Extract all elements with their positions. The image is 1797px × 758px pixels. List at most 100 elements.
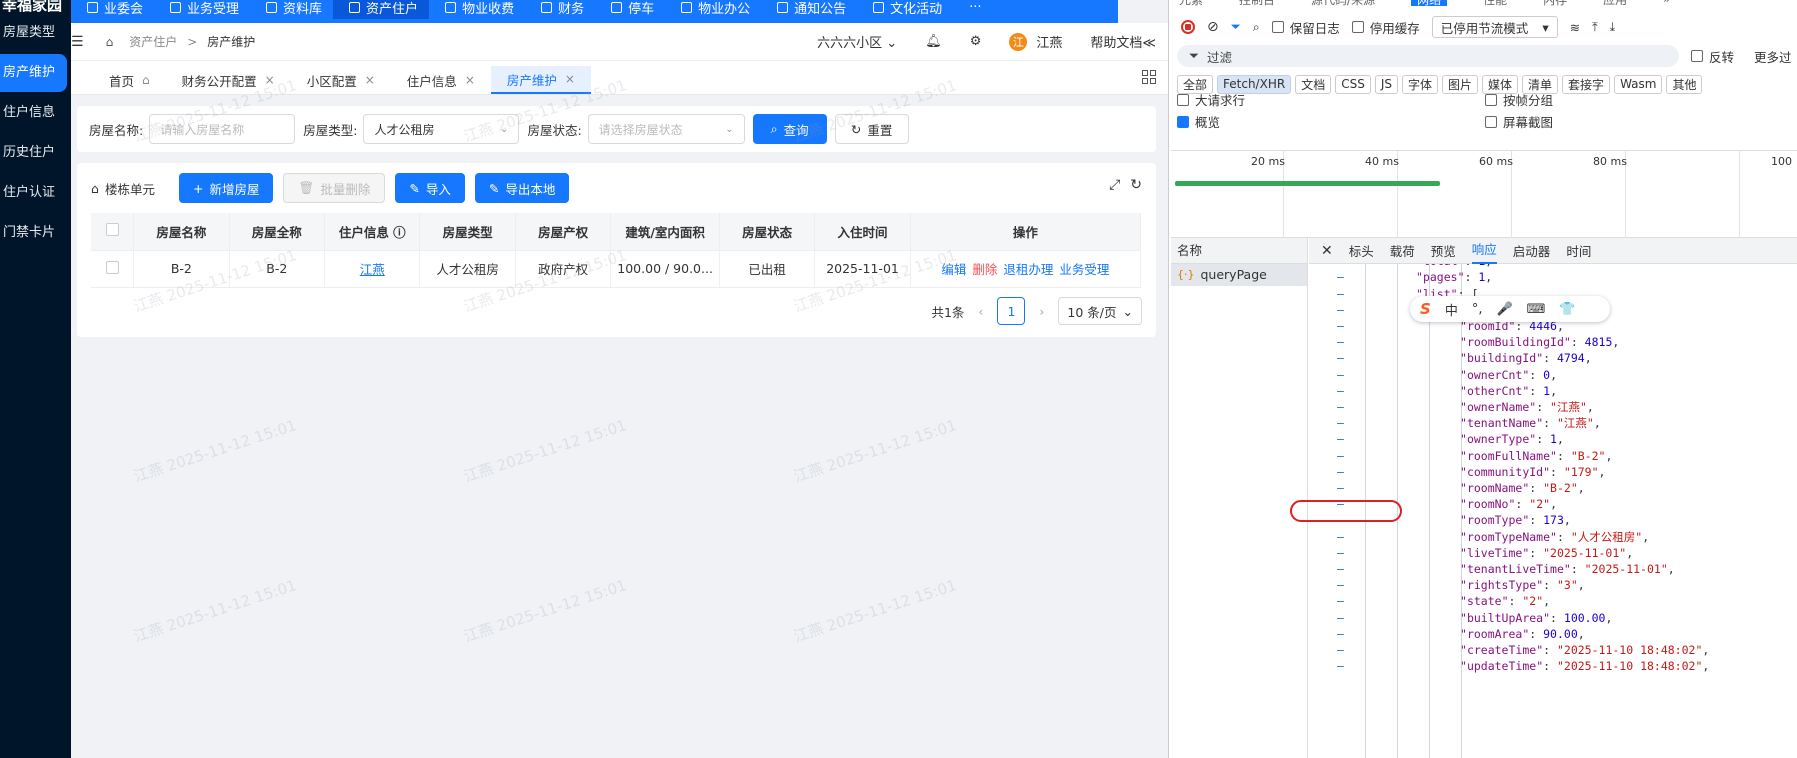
batch-delete-button[interactable]: 🗑︎ 批量删除 [283,173,386,203]
edit-action[interactable]: 编辑 [941,262,966,277]
page-tab[interactable]: 财务公开配置 × [166,66,291,94]
top-nav-item[interactable]: 业务受理 [154,0,250,19]
invert-checkbox[interactable]: 反转 [1691,47,1734,66]
keyboard-icon[interactable]: ⌨ [1527,302,1546,317]
top-nav-item[interactable]: 停车 [595,0,665,19]
collapse-dash-icon[interactable]: – [1337,415,1344,431]
clear-icon[interactable]: ⊘ [1207,19,1219,35]
overview-checkbox[interactable]: 概览 [1177,112,1220,131]
user-menu[interactable]: 江江燕 [1009,32,1062,51]
room-type-select[interactable]: 人才公租房 ⌄ [363,114,520,144]
devtools-tab[interactable]: 性能 [1483,0,1507,6]
collapse-dash-icon[interactable]: – [1337,577,1344,593]
collapse-dash-icon[interactable]: – [1337,545,1344,561]
reset-button[interactable]: ↻ 重置 [834,114,909,144]
microphone-icon[interactable]: 🎤 [1496,302,1512,317]
top-nav-item[interactable]: 业委会 [71,0,154,19]
collapse-dash-icon[interactable]: – [1337,302,1344,318]
select-all-checkbox[interactable] [105,223,119,237]
import-button[interactable]: ✎ 导入 [395,173,465,203]
screenshots-checkbox[interactable]: 屏幕截图 [1485,112,1553,131]
add-room-button[interactable]: + 新增房屋 [178,173,274,203]
page-tab[interactable]: 住户信息 × [391,66,491,94]
punctuation-icon[interactable]: °, [1472,302,1483,317]
collapse-dash-icon[interactable]: – [1337,480,1344,496]
page-tab[interactable]: 小区配置 × [291,66,391,94]
request-type-filter[interactable]: 文档 [1295,74,1332,94]
community-selector[interactable]: 六六六小区 ⌄ [817,32,897,51]
request-type-filter[interactable]: 其他 [1666,74,1703,94]
close-icon[interactable]: × [365,73,375,87]
request-row[interactable]: {·} queryPage [1171,264,1307,286]
more-filters[interactable]: 更多过 [1754,47,1792,66]
big-rows-checkbox[interactable]: 大请求行 [1177,90,1245,109]
detail-tab[interactable]: 响应 [1471,238,1497,264]
page-1-button[interactable]: 1 [997,297,1026,325]
checkout-action[interactable]: 退租办理 [1003,262,1053,277]
devtools-tab[interactable]: 网络 [1411,0,1448,6]
building-unit-link[interactable]: ⌂ 楼栋单元 [91,179,155,198]
request-type-filter[interactable]: 套接字 [1562,74,1611,94]
delete-action[interactable]: 删除 [972,262,997,277]
page-tab[interactable]: 首页 ⌂ [93,66,166,94]
home-icon[interactable]: ⌂ [106,35,114,49]
collapse-dash-icon[interactable]: – [1337,642,1344,658]
top-nav-item[interactable]: 资产住户 [333,0,430,19]
collapse-dash-icon[interactable]: – [1337,626,1344,642]
sogou-logo-icon[interactable]: S [1420,300,1431,318]
page-tab[interactable]: 房产维护 × [490,66,591,94]
collapse-dash-icon[interactable]: – [1337,561,1344,577]
top-nav-item[interactable]: 财务 [525,0,595,19]
top-nav-item[interactable]: 通知公告 [761,0,857,19]
row-checkbox[interactable] [105,260,119,274]
detail-tab[interactable]: 时间 [1566,241,1591,260]
sidebar-item[interactable]: 住户认证 [0,174,71,212]
record-icon[interactable] [1181,20,1195,34]
next-page-icon[interactable]: › [1039,304,1044,319]
detail-tab[interactable]: 启动器 [1513,241,1551,260]
detail-tab[interactable]: 载荷 [1390,241,1415,260]
detail-tab[interactable]: 标头 [1349,241,1374,260]
collapse-dash-icon[interactable]: – [1337,350,1344,366]
network-overview-timeline[interactable]: 20 ms 40 ms 60 ms 80 ms 100 [1171,150,1797,239]
devtools-tab[interactable]: » [1663,0,1670,6]
sidebar-item[interactable]: 房屋类型 [0,14,71,52]
breadcrumb-parent[interactable]: 资产住户 [129,33,177,50]
collapse-dash-icon[interactable]: – [1337,431,1344,447]
request-type-filter[interactable]: JS [1374,74,1398,94]
collapse-dash-icon[interactable]: – [1337,529,1344,545]
filter-icon[interactable]: ⏷ [1231,19,1241,35]
devtools-tab[interactable]: 应用 [1603,0,1627,6]
room-name-input[interactable]: 请输入房屋名称 [149,114,296,144]
wifi-icon[interactable]: ≋ [1570,20,1580,35]
search-icon[interactable]: ⌕ [1253,19,1260,35]
export-button[interactable]: ✎ 导出本地 [474,173,570,203]
bell-icon[interactable]: 🔔︎ [925,34,942,49]
collapse-dash-icon[interactable]: – [1337,610,1344,626]
gear-icon[interactable]: ⚙ [970,34,982,49]
preserve-log-checkbox[interactable]: 保留日志 [1271,18,1340,37]
query-button[interactable]: ⌕ 查询 [752,114,827,144]
close-icon[interactable]: ✕ [1321,243,1333,259]
close-icon[interactable]: × [465,73,475,87]
chinese-mode-icon[interactable]: 中 [1445,300,1458,319]
request-type-filter[interactable]: 字体 [1401,74,1438,94]
top-nav-item[interactable]: 物业办公 [665,0,761,19]
devtools-tab[interactable]: 元素 [1179,0,1203,6]
collapse-icon[interactable]: ≪ [1142,36,1156,51]
devtools-tab[interactable]: 内存 [1543,0,1567,6]
business-action[interactable]: 业务受理 [1059,262,1109,277]
refresh-icon[interactable]: ↻ [1130,177,1142,193]
collapse-dash-icon[interactable]: – [1337,269,1344,285]
upload-icon[interactable]: ⤒ [1592,19,1598,35]
detail-tab[interactable]: 预览 [1431,241,1456,260]
close-icon[interactable]: × [265,73,275,87]
collapse-menu-icon[interactable]: ☰ [71,34,84,50]
request-type-filter[interactable]: Wasm [1614,74,1663,94]
fullscreen-icon[interactable]: ⤢ [1109,177,1120,193]
sidebar-item[interactable]: 历史住户 [0,134,71,172]
request-type-filter[interactable]: 图片 [1442,74,1479,94]
sidebar-item[interactable]: 房产维护 [0,54,67,92]
collapse-dash-icon[interactable]: – [1337,464,1344,480]
throttle-select[interactable]: 已停用节流模式 ▾ [1431,16,1558,38]
